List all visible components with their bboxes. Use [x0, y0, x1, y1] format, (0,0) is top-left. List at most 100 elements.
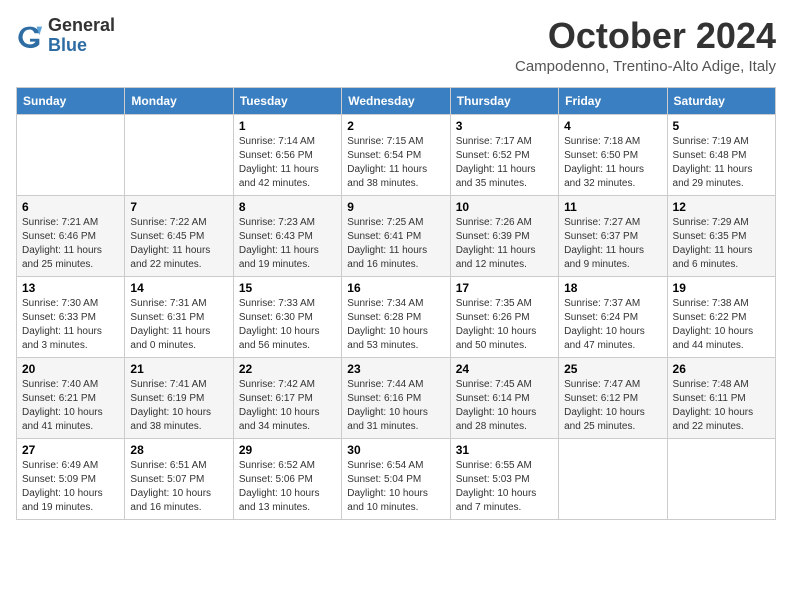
day-info: Sunrise: 6:49 AMSunset: 5:09 PMDaylight:… — [22, 459, 119, 515]
day-number: 30 — [347, 443, 444, 457]
day-info: Sunrise: 7:34 AMSunset: 6:28 PMDaylight:… — [347, 297, 444, 353]
day-info: Sunrise: 6:52 AMSunset: 5:06 PMDaylight:… — [239, 459, 336, 515]
weekday-header: Monday — [125, 87, 233, 114]
calendar-week-row: 27 Sunrise: 6:49 AMSunset: 5:09 PMDayligh… — [17, 438, 776, 519]
weekday-header: Saturday — [667, 87, 775, 114]
day-info: Sunrise: 7:25 AMSunset: 6:41 PMDaylight:… — [347, 216, 444, 272]
calendar-cell: 17 Sunrise: 7:35 AMSunset: 6:26 PMDayligh… — [450, 276, 558, 357]
day-info: Sunrise: 7:31 AMSunset: 6:31 PMDaylight:… — [130, 297, 227, 353]
day-number: 11 — [564, 200, 661, 214]
day-info: Sunrise: 7:48 AMSunset: 6:11 PMDaylight:… — [673, 378, 770, 434]
weekday-header: Thursday — [450, 87, 558, 114]
weekday-header: Sunday — [17, 87, 125, 114]
day-number: 28 — [130, 443, 227, 457]
day-info: Sunrise: 7:18 AMSunset: 6:50 PMDaylight:… — [564, 135, 661, 191]
calendar-cell: 21Sunrise: 7:41 AMSunset: 6:19 PMDayligh… — [125, 357, 233, 438]
day-number: 23 — [347, 362, 444, 376]
day-number: 1 — [239, 119, 336, 133]
page-header: General Blue October 2024 Campodenno, Tr… — [16, 16, 776, 75]
calendar-cell: 16 Sunrise: 7:34 AMSunset: 6:28 PMDayligh… — [342, 276, 450, 357]
calendar-cell: 8 Sunrise: 7:23 AMSunset: 6:43 PMDaylight… — [233, 195, 341, 276]
calendar-cell: 13Sunrise: 7:30 AMSunset: 6:33 PMDayligh… — [17, 276, 125, 357]
day-number: 14 — [130, 281, 227, 295]
month-title: October 2024 — [515, 16, 776, 56]
day-info: Sunrise: 7:37 AMSunset: 6:24 PMDaylight:… — [564, 297, 661, 353]
day-number: 19 — [673, 281, 770, 295]
weekday-header: Friday — [559, 87, 667, 114]
calendar-table: SundayMondayTuesdayWednesdayThursdayFrid… — [16, 87, 776, 520]
calendar-cell — [125, 114, 233, 195]
day-info: Sunrise: 6:54 AMSunset: 5:04 PMDaylight:… — [347, 459, 444, 515]
calendar-cell: 10 Sunrise: 7:26 AMSunset: 6:39 PMDayligh… — [450, 195, 558, 276]
calendar-cell — [667, 438, 775, 519]
calendar-cell: 2 Sunrise: 7:15 AMSunset: 6:54 PMDaylight… — [342, 114, 450, 195]
calendar-week-row: 6 Sunrise: 7:21 AMSunset: 6:46 PMDaylight… — [17, 195, 776, 276]
day-number: 7 — [130, 200, 227, 214]
calendar-cell: 4Sunrise: 7:18 AMSunset: 6:50 PMDaylight… — [559, 114, 667, 195]
calendar-cell: 22 Sunrise: 7:42 AMSunset: 6:17 PMDayligh… — [233, 357, 341, 438]
day-info: Sunrise: 7:27 AMSunset: 6:37 PMDaylight:… — [564, 216, 661, 272]
day-info: Sunrise: 7:21 AMSunset: 6:46 PMDaylight:… — [22, 216, 119, 272]
calendar-cell: 24Sunrise: 7:45 AMSunset: 6:14 PMDayligh… — [450, 357, 558, 438]
day-number: 2 — [347, 119, 444, 133]
calendar-cell: 30 Sunrise: 6:54 AMSunset: 5:04 PMDayligh… — [342, 438, 450, 519]
calendar-cell: 14 Sunrise: 7:31 AMSunset: 6:31 PMDayligh… — [125, 276, 233, 357]
weekday-header: Wednesday — [342, 87, 450, 114]
day-number: 27 — [22, 443, 119, 457]
location: Campodenno, Trentino-Alto Adige, Italy — [515, 58, 776, 75]
weekday-header: Tuesday — [233, 87, 341, 114]
day-info: Sunrise: 6:55 AMSunset: 5:03 PMDaylight:… — [456, 459, 553, 515]
day-number: 10 — [456, 200, 553, 214]
day-number: 20 — [22, 362, 119, 376]
day-info: Sunrise: 7:38 AMSunset: 6:22 PMDaylight:… — [673, 297, 770, 353]
calendar-cell: 28 Sunrise: 6:51 AMSunset: 5:07 PMDayligh… — [125, 438, 233, 519]
day-number: 15 — [239, 281, 336, 295]
logo-icon — [16, 22, 44, 50]
day-info: Sunrise: 7:29 AMSunset: 6:35 PMDaylight:… — [673, 216, 770, 272]
day-info: Sunrise: 7:23 AMSunset: 6:43 PMDaylight:… — [239, 216, 336, 272]
day-info: Sunrise: 7:22 AMSunset: 6:45 PMDaylight:… — [130, 216, 227, 272]
calendar-cell — [17, 114, 125, 195]
day-info: Sunrise: 7:26 AMSunset: 6:39 PMDaylight:… — [456, 216, 553, 272]
calendar-cell: 23Sunrise: 7:44 AMSunset: 6:16 PMDayligh… — [342, 357, 450, 438]
day-number: 12 — [673, 200, 770, 214]
day-number: 9 — [347, 200, 444, 214]
calendar-week-row: 1 Sunrise: 7:14 AMSunset: 6:56 PMDaylight… — [17, 114, 776, 195]
calendar-week-row: 20Sunrise: 7:40 AMSunset: 6:21 PMDayligh… — [17, 357, 776, 438]
title-block: October 2024 Campodenno, Trentino-Alto A… — [515, 16, 776, 75]
day-number: 22 — [239, 362, 336, 376]
day-number: 3 — [456, 119, 553, 133]
calendar-cell: 27 Sunrise: 6:49 AMSunset: 5:09 PMDayligh… — [17, 438, 125, 519]
calendar-cell — [559, 438, 667, 519]
day-info: Sunrise: 7:14 AMSunset: 6:56 PMDaylight:… — [239, 135, 336, 191]
day-number: 24 — [456, 362, 553, 376]
calendar-cell: 19 Sunrise: 7:38 AMSunset: 6:22 PMDayligh… — [667, 276, 775, 357]
logo: General Blue — [16, 16, 115, 56]
day-info: Sunrise: 7:15 AMSunset: 6:54 PMDaylight:… — [347, 135, 444, 191]
day-number: 18 — [564, 281, 661, 295]
calendar-cell: 6 Sunrise: 7:21 AMSunset: 6:46 PMDaylight… — [17, 195, 125, 276]
calendar-cell: 12 Sunrise: 7:29 AMSunset: 6:35 PMDayligh… — [667, 195, 775, 276]
calendar-cell: 29 Sunrise: 6:52 AMSunset: 5:06 PMDayligh… — [233, 438, 341, 519]
calendar-cell: 15Sunrise: 7:33 AMSunset: 6:30 PMDayligh… — [233, 276, 341, 357]
calendar-cell: 11 Sunrise: 7:27 AMSunset: 6:37 PMDayligh… — [559, 195, 667, 276]
weekday-header-row: SundayMondayTuesdayWednesdayThursdayFrid… — [17, 87, 776, 114]
day-info: Sunrise: 7:42 AMSunset: 6:17 PMDaylight:… — [239, 378, 336, 434]
calendar-week-row: 13Sunrise: 7:30 AMSunset: 6:33 PMDayligh… — [17, 276, 776, 357]
calendar-cell: 18 Sunrise: 7:37 AMSunset: 6:24 PMDayligh… — [559, 276, 667, 357]
day-info: Sunrise: 7:30 AMSunset: 6:33 PMDaylight:… — [22, 297, 119, 353]
day-number: 16 — [347, 281, 444, 295]
day-number: 25 — [564, 362, 661, 376]
calendar-cell: 26Sunrise: 7:48 AMSunset: 6:11 PMDayligh… — [667, 357, 775, 438]
day-info: Sunrise: 7:17 AMSunset: 6:52 PMDaylight:… — [456, 135, 553, 191]
day-info: Sunrise: 7:35 AMSunset: 6:26 PMDaylight:… — [456, 297, 553, 353]
day-number: 17 — [456, 281, 553, 295]
logo-text: General Blue — [48, 16, 115, 56]
calendar-cell: 3 Sunrise: 7:17 AMSunset: 6:52 PMDaylight… — [450, 114, 558, 195]
day-info: Sunrise: 7:19 AMSunset: 6:48 PMDaylight:… — [673, 135, 770, 191]
day-number: 6 — [22, 200, 119, 214]
day-number: 29 — [239, 443, 336, 457]
day-info: Sunrise: 6:51 AMSunset: 5:07 PMDaylight:… — [130, 459, 227, 515]
day-number: 21 — [130, 362, 227, 376]
day-number: 8 — [239, 200, 336, 214]
